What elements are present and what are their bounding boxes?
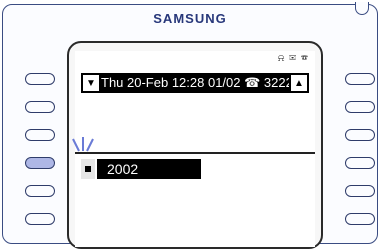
lcd-display: ⍾ ✉ ☎ ▼ Thu 20-Feb 12:28 01/02 ☎ 3222 ▲ …: [75, 51, 315, 247]
lcd-frame: ⍾ ✉ ☎ ▼ Thu 20-Feb 12:28 01/02 ☎ 3222 ▲ …: [67, 41, 323, 249]
entry-marker: [81, 159, 95, 179]
left-softkey-4-active[interactable]: [25, 157, 55, 169]
right-softkey-5[interactable]: [345, 185, 375, 197]
header-bar: ▼ Thu 20-Feb 12:28 01/02 ☎ 3222 ▲: [81, 73, 309, 93]
datetime-extension-text: Thu 20-Feb 12:28 01/02 ☎ 3222: [101, 75, 289, 90]
entry-row[interactable]: 2002: [81, 159, 201, 179]
square-bullet-icon: [85, 166, 91, 172]
phone-faceplate: SAMSUNG ⍾ ✉ ☎ ▼ Thu 20-Feb 12:28 01/02 ☎…: [2, 2, 378, 249]
left-softkey-1[interactable]: [25, 73, 55, 85]
scroll-up-icon[interactable]: ▲: [291, 75, 307, 91]
right-softkey-1[interactable]: [345, 73, 375, 85]
left-softkey-5[interactable]: [25, 185, 55, 197]
right-softkey-6[interactable]: [345, 213, 375, 225]
status-icons: ⍾ ✉ ☎: [277, 53, 309, 64]
right-softkey-3[interactable]: [345, 129, 375, 141]
left-softkey-6[interactable]: [25, 213, 55, 225]
left-softkey-2[interactable]: [25, 101, 55, 113]
screen-divider: [75, 152, 315, 154]
right-softkey-2[interactable]: [345, 101, 375, 113]
scroll-down-icon[interactable]: ▼: [83, 75, 99, 91]
entry-value: 2002: [97, 159, 201, 179]
brand-logo: SAMSUNG: [153, 11, 227, 26]
left-softkey-3[interactable]: [25, 129, 55, 141]
right-softkey-4[interactable]: [345, 157, 375, 169]
highlight-burst-icon: [72, 137, 94, 152]
